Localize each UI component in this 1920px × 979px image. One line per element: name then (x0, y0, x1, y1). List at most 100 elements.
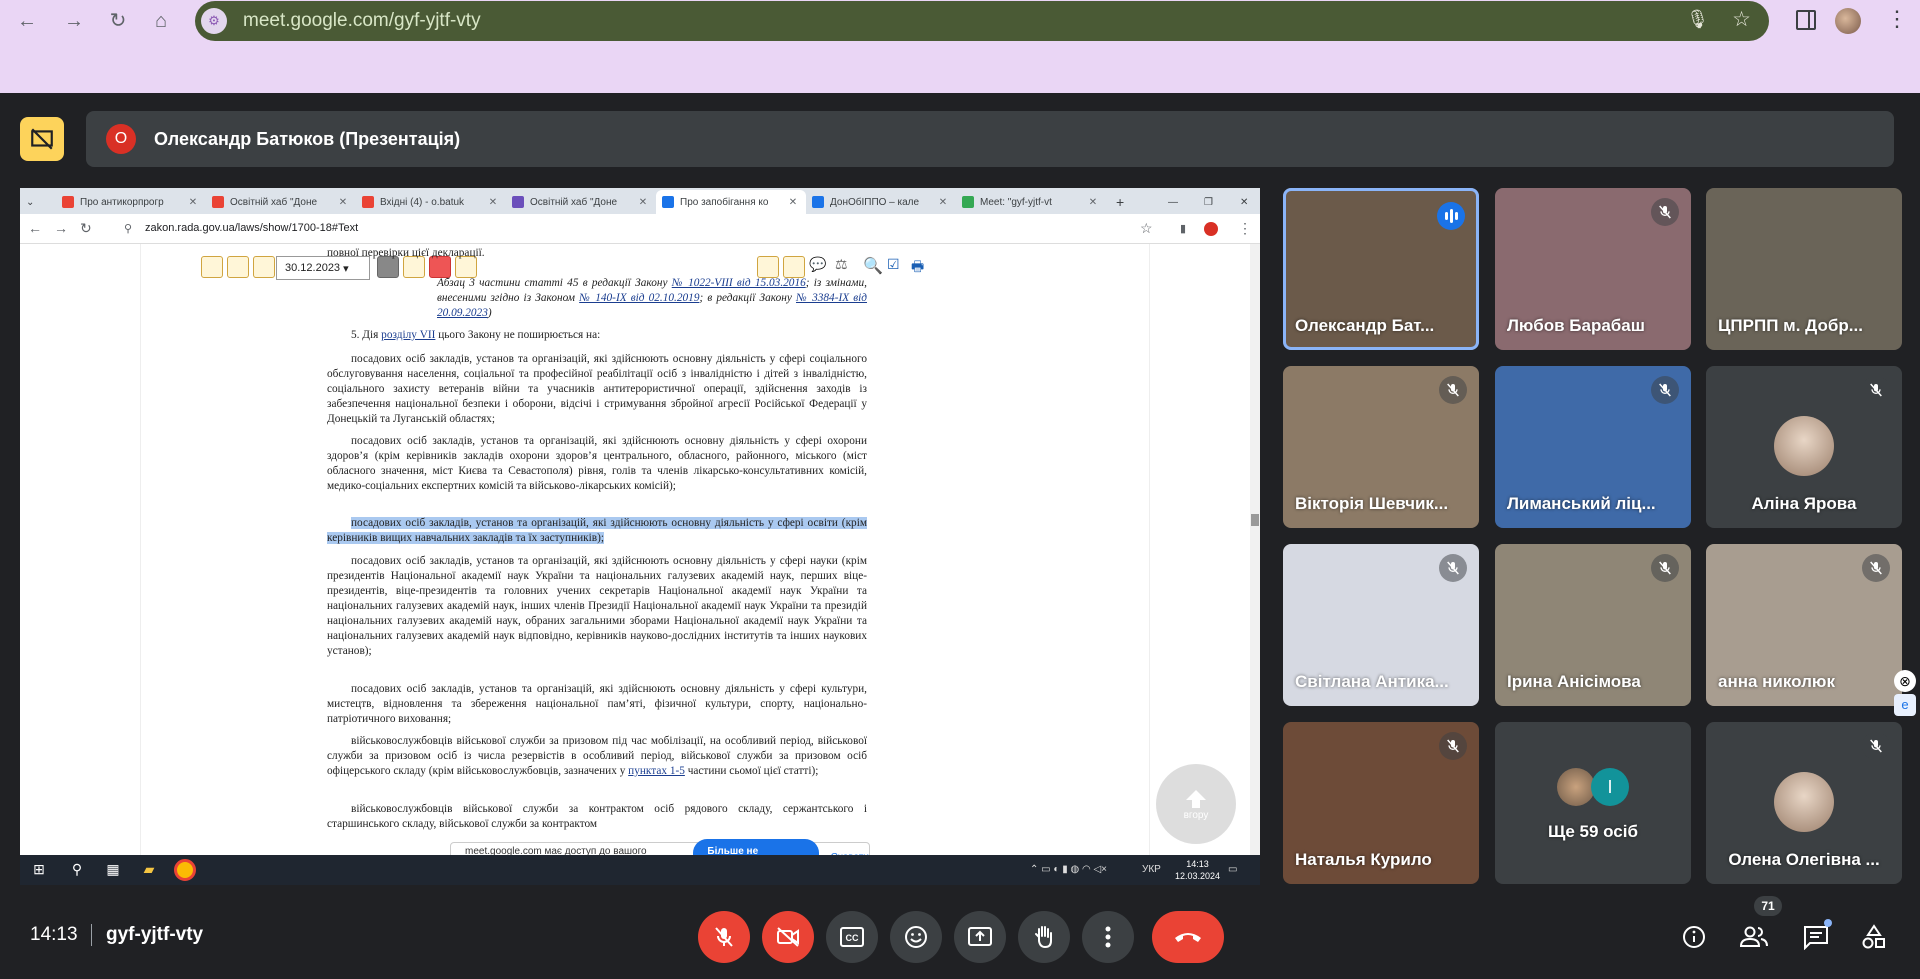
shared-reload-icon: ↻ (80, 220, 92, 236)
doc-paragraph: повної перевірки цієї декларації. (327, 247, 485, 259)
shared-profile-icon (1204, 222, 1218, 236)
profile-avatar[interactable] (1835, 8, 1861, 34)
address-bar[interactable]: ⚙ meet.google.com/gyf-yjtf-vty 🎙 ☆ (195, 1, 1769, 41)
people-button[interactable] (1736, 919, 1772, 955)
captions-icon: CC (840, 927, 864, 947)
doc-tool-icon (201, 256, 223, 278)
participant-name: Олена Олегівна ... (1728, 850, 1880, 869)
svg-text:CC: CC (846, 933, 859, 943)
doc-paragraph: Абзац 3 частини статті 45 в редакції Зак… (437, 277, 868, 319)
meeting-code: gyf-yjtf-vty (106, 924, 204, 945)
voice-search-icon[interactable]: 🎙 (1686, 9, 1709, 30)
reload-icon[interactable]: ↻ (106, 9, 130, 33)
window-close-icon: ✕ (1240, 196, 1249, 208)
doc-paragraph: посадових осіб закладів, установ та орга… (327, 435, 867, 492)
doc-paragraph: військовослужбовців військової служби за… (327, 735, 867, 777)
mic-muted-icon (1439, 554, 1467, 582)
participant-tile[interactable]: І Ще 59 осіб (1495, 722, 1691, 884)
mic-off-icon (715, 927, 733, 947)
participant-tile[interactable]: Світлана Антика... (1283, 544, 1479, 706)
camera-toggle-button[interactable] (762, 911, 814, 963)
notifications-icon: ▭ (1228, 864, 1238, 875)
close-icon: ✕ (338, 196, 348, 208)
participant-tile[interactable]: Любов Барабаш (1495, 188, 1691, 350)
emoji-button[interactable] (890, 911, 942, 963)
mic-muted-icon (1862, 376, 1890, 404)
close-icon: ✕ (488, 196, 498, 208)
participant-tile[interactable]: Лиманський ліц... (1495, 366, 1691, 528)
doc-paragraph: посадових осіб закладів, установ та орга… (327, 555, 867, 657)
speaking-indicator-icon (1437, 202, 1465, 230)
participant-name: Ірина Анісімова (1507, 672, 1641, 691)
gmail-icon (212, 196, 224, 208)
doc-paragraph-highlighted: посадових осіб закладів, установ та орга… (327, 517, 867, 544)
more-options-button[interactable] (1082, 911, 1134, 963)
doc-paragraph: посадових осіб закладів, установ та орга… (327, 683, 867, 725)
extension-close-icon[interactable]: ⊗ (1894, 670, 1916, 692)
mic-toggle-button[interactable] (698, 911, 750, 963)
bookmark-star-icon[interactable]: ☆ (1732, 7, 1751, 32)
participant-tile[interactable]: Олександр Бат... (1283, 188, 1479, 350)
presentation-icon[interactable] (20, 117, 64, 161)
participant-tile[interactable]: Олена Олегівна ... (1706, 722, 1902, 884)
emoji-icon (905, 926, 927, 948)
doc-edit-icon (227, 256, 249, 278)
shared-tab-strip: ⌄ Про антикорпрогр ✕ Освітній хаб "Доне ✕ … (20, 188, 1260, 214)
info-icon (1683, 926, 1705, 948)
present-now-button[interactable] (954, 911, 1006, 963)
doc-check-icon: ☑ (887, 256, 900, 272)
back-icon[interactable]: ← (15, 9, 39, 33)
site-icon (812, 196, 824, 208)
participant-name: Аліна Ярова (1751, 494, 1857, 513)
participant-tile[interactable]: Аліна Ярова (1706, 366, 1902, 528)
gmail-icon (362, 196, 374, 208)
meeting-info-button[interactable] (1676, 919, 1712, 955)
participant-tile[interactable]: Вікторія Шевчик... (1283, 366, 1479, 528)
participant-tile[interactable]: ЦПРПП м. Добр... (1706, 188, 1902, 350)
browser-menu-icon[interactable]: ⋮ (1886, 6, 1908, 32)
raise-hand-button[interactable] (1018, 911, 1070, 963)
side-panel-icon[interactable] (1796, 10, 1816, 30)
others-avatar (1557, 768, 1595, 806)
doc-print-icon: 🖶 (911, 258, 925, 274)
forms-icon (512, 196, 524, 208)
restore-icon: ❐ (1204, 196, 1213, 208)
hangup-icon (1175, 933, 1201, 942)
file-explorer-icon: ▰ (143, 861, 155, 877)
tray-icons: ⌃ ▭ ◐ ▮ ◍ ◠ ◁× (1030, 864, 1108, 875)
activities-button[interactable] (1856, 919, 1892, 955)
presenter-title: Олександр Батюков (Презентація) (154, 128, 461, 149)
chat-icon (1804, 926, 1828, 950)
more-options-icon (1105, 926, 1111, 948)
present-icon (968, 927, 992, 946)
activities-icon (1862, 924, 1885, 949)
address-url: meet.google.com/gyf-yjtf-vty (243, 10, 481, 31)
arrow-up-icon (1186, 789, 1206, 808)
shared-tab: Освітній хаб "Доне ✕ (206, 190, 356, 214)
minimize-icon: — (1168, 196, 1178, 208)
leave-call-button[interactable] (1152, 911, 1224, 963)
camera-off-icon (777, 927, 799, 947)
law-document: 30.12.2023 ▾ 💬 ⚖ 🔍 ☑ 🖶 повної перевірки … (140, 244, 1150, 873)
doc-paragraph: посадових осіб закладів, установ та орга… (327, 353, 867, 425)
close-icon: ✕ (638, 196, 648, 208)
participant-tile[interactable]: анна николюк (1706, 544, 1902, 706)
shared-sidepanel-icon: ▮ (1180, 223, 1187, 235)
participant-tile[interactable]: Наталья Курило (1283, 722, 1479, 884)
shared-screen: ⌄ Про антикорпрогр ✕ Освітній хаб "Доне ✕ … (20, 188, 1260, 885)
chat-button[interactable] (1798, 919, 1834, 955)
new-tab-icon: + (1116, 194, 1125, 210)
law-site-icon (662, 196, 674, 208)
participant-tile[interactable]: Ірина Анісімова (1495, 544, 1691, 706)
meeting-time: 14:13 (30, 924, 78, 945)
task-view-icon: ▦ (106, 861, 120, 877)
site-info-icon[interactable]: ⚙ (201, 8, 227, 34)
forward-icon[interactable]: → (62, 9, 86, 33)
mic-muted-icon (1439, 376, 1467, 404)
presenter-avatar: О (106, 124, 136, 154)
shared-back-icon: ← (28, 220, 42, 236)
captions-button[interactable]: CC (826, 911, 878, 963)
extension-icon[interactable]: e (1894, 694, 1916, 716)
doc-scrollbar (1250, 244, 1260, 873)
home-icon[interactable]: ⌂ (149, 9, 173, 33)
